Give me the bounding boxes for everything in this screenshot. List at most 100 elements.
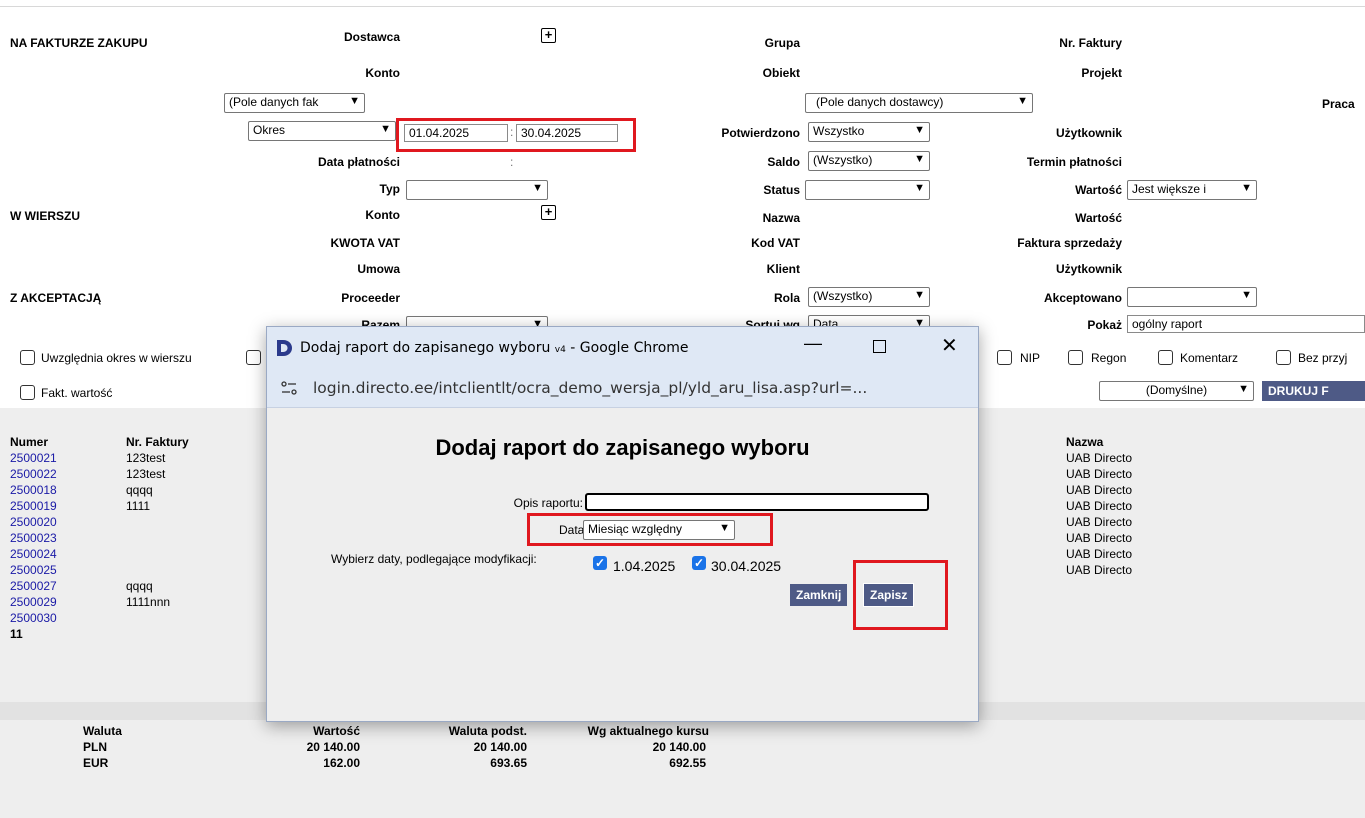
plus-icon[interactable]: + bbox=[541, 28, 556, 43]
saldo-select[interactable]: (Wszystko) ▼ bbox=[808, 151, 930, 171]
zamknij-button[interactable]: Zamknij bbox=[790, 584, 848, 606]
date2-label: 30.04.2025 bbox=[711, 558, 782, 574]
projekt-input[interactable] bbox=[1127, 64, 1257, 82]
nazwa-header: Nazwa bbox=[1066, 435, 1104, 449]
maximize-icon[interactable] bbox=[873, 340, 886, 353]
hidden-checkbox[interactable] bbox=[246, 350, 261, 365]
uzytkownik-input[interactable] bbox=[1127, 124, 1257, 142]
table-row[interactable]: 2500023 bbox=[10, 530, 57, 546]
minimize-icon[interactable]: — bbox=[804, 333, 822, 354]
fakt-wartosc-checkbox[interactable] bbox=[20, 385, 35, 400]
bez-przyj-checkbox[interactable] bbox=[1276, 350, 1291, 365]
table-row[interactable]: 2500024 bbox=[10, 546, 57, 562]
umowa-input[interactable] bbox=[406, 261, 536, 279]
status-select[interactable]: ▼ bbox=[805, 180, 930, 200]
status-label: Status bbox=[763, 183, 800, 197]
table-row[interactable]: 2500018 bbox=[10, 482, 57, 498]
chevron-down-icon: ▼ bbox=[380, 123, 391, 135]
close-icon[interactable]: ✕ bbox=[941, 333, 958, 358]
potwierdzono-select[interactable]: Wszystko ▼ bbox=[808, 122, 930, 142]
kod-vat-input[interactable] bbox=[805, 235, 935, 253]
summary-cell: 162.00 bbox=[323, 756, 360, 770]
nazwa-input[interactable] bbox=[805, 208, 935, 226]
konto-wiersz-input[interactable] bbox=[406, 207, 536, 225]
highlight-zapisz bbox=[853, 560, 948, 630]
typ-label: Typ bbox=[379, 182, 400, 196]
uzytkownik2-input[interactable] bbox=[1127, 261, 1257, 279]
table-row[interactable]: 2500021 bbox=[10, 450, 57, 466]
typ-select[interactable]: ▼ bbox=[406, 180, 548, 200]
popup-window-title: Dodaj raport do zapisanego wyboru v4 - G… bbox=[300, 340, 689, 356]
table-cell: UAB Directo bbox=[1066, 499, 1133, 513]
konto-label: Konto bbox=[365, 66, 400, 80]
date1-label: 1.04.2025 bbox=[613, 558, 676, 574]
top-divider bbox=[0, 6, 1365, 7]
opis-raportu-input[interactable] bbox=[585, 493, 929, 511]
popup-titlebar: Dodaj raport do zapisanego wyboru v4 - G… bbox=[267, 327, 978, 369]
table-row[interactable]: 2500025 bbox=[10, 562, 57, 578]
popup-url[interactable]: login.directo.ee/intclientlt/ocra_demo_w… bbox=[313, 379, 867, 397]
wartosc-input[interactable] bbox=[1262, 181, 1365, 199]
kwota-vat-input[interactable] bbox=[406, 235, 536, 253]
konto-input[interactable] bbox=[406, 64, 536, 82]
grupa-label: Grupa bbox=[764, 36, 800, 50]
rola-select[interactable]: (Wszystko) ▼ bbox=[808, 287, 930, 307]
termin-platnosci-input[interactable] bbox=[1127, 153, 1257, 171]
table-cell: qqqq bbox=[126, 579, 153, 593]
nr-faktury-input[interactable] bbox=[1127, 33, 1257, 51]
proceeder-label: Proceeder bbox=[341, 291, 400, 305]
praca-input[interactable] bbox=[1127, 94, 1227, 112]
saldo-label: Saldo bbox=[767, 155, 800, 169]
domyslne-select[interactable]: (Domyślne) ▼ bbox=[1099, 381, 1254, 401]
proceeder-input[interactable] bbox=[406, 289, 536, 307]
site-settings-icon[interactable] bbox=[281, 381, 297, 395]
okres-select[interactable]: Okres ▼ bbox=[248, 121, 396, 141]
fakt-wartosc-label: Fakt. wartość bbox=[41, 386, 113, 400]
table-cell: UAB Directo bbox=[1066, 531, 1133, 545]
table-row[interactable]: 2500029 bbox=[10, 594, 57, 610]
popup-urlbar: login.directo.ee/intclientlt/ocra_demo_w… bbox=[267, 369, 978, 408]
wartosc2-input[interactable] bbox=[1127, 208, 1257, 226]
pole-danych-fak-input[interactable] bbox=[406, 94, 506, 112]
table-row[interactable]: 2500030 bbox=[10, 610, 57, 626]
plus-icon[interactable]: + bbox=[541, 205, 556, 220]
pokaz-input[interactable]: ogólny raport bbox=[1127, 315, 1365, 333]
projekt-label: Projekt bbox=[1081, 66, 1122, 80]
date1-checkbox[interactable]: ✓ bbox=[593, 556, 607, 570]
klient-input[interactable] bbox=[805, 261, 935, 279]
regon-checkbox[interactable] bbox=[1068, 350, 1083, 365]
obiekt-input[interactable] bbox=[805, 64, 935, 82]
table-cell: UAB Directo bbox=[1066, 563, 1133, 577]
akceptowano-select[interactable]: ▼ bbox=[1127, 287, 1257, 307]
results-nr-faktury-column-2: qqqq 1111nnn bbox=[126, 578, 170, 610]
table-cell: UAB Directo bbox=[1066, 483, 1133, 497]
kwota-vat-label: KWOTA VAT bbox=[330, 236, 400, 250]
grupa-input[interactable] bbox=[805, 33, 935, 51]
komentarz-checkbox[interactable] bbox=[1158, 350, 1173, 365]
pokaz-label: Pokaż bbox=[1087, 318, 1122, 332]
date2-checkbox[interactable]: ✓ bbox=[692, 556, 706, 570]
data-platnosci-from[interactable] bbox=[406, 154, 506, 172]
pole-danych-dostawcy-select[interactable]: (Pole danych dostawcy) ▼ bbox=[805, 93, 1033, 113]
popup-title-text: Dodaj raport do zapisanego wyboru bbox=[300, 340, 551, 356]
section-z-akceptacja: Z AKCEPTACJĄ bbox=[10, 291, 102, 305]
rola-label: Rola bbox=[773, 291, 800, 305]
faktura-sprzedazy-input[interactable] bbox=[1127, 235, 1257, 253]
table-row[interactable]: 2500022 bbox=[10, 466, 57, 482]
section-na-fakturze: NA FAKTURZE ZAKUPU bbox=[10, 36, 148, 50]
pole-danych-dostawcy-value: (Pole danych dostawcy) bbox=[816, 95, 944, 109]
pole-danych-fak-select[interactable]: (Pole danych fak ▼ bbox=[224, 93, 365, 113]
data-platnosci-to[interactable] bbox=[518, 154, 618, 172]
range-separator-2: : bbox=[510, 155, 514, 169]
table-row[interactable]: 2500019 bbox=[10, 498, 57, 514]
drukuj-button[interactable]: DRUKUJ F bbox=[1262, 381, 1365, 401]
chevron-down-icon: ▼ bbox=[1241, 289, 1252, 301]
uwzglednia-checkbox[interactable] bbox=[20, 350, 35, 365]
summary-cell: EUR bbox=[83, 756, 109, 770]
table-row[interactable]: 2500027 bbox=[10, 578, 57, 594]
wartosc-select[interactable]: Jest większe i ▼ bbox=[1127, 180, 1257, 200]
table-row[interactable]: 2500020 bbox=[10, 514, 57, 530]
dostawca-input[interactable] bbox=[406, 30, 536, 48]
komentarz-label: Komentarz bbox=[1180, 351, 1239, 365]
nip-checkbox[interactable] bbox=[997, 350, 1012, 365]
